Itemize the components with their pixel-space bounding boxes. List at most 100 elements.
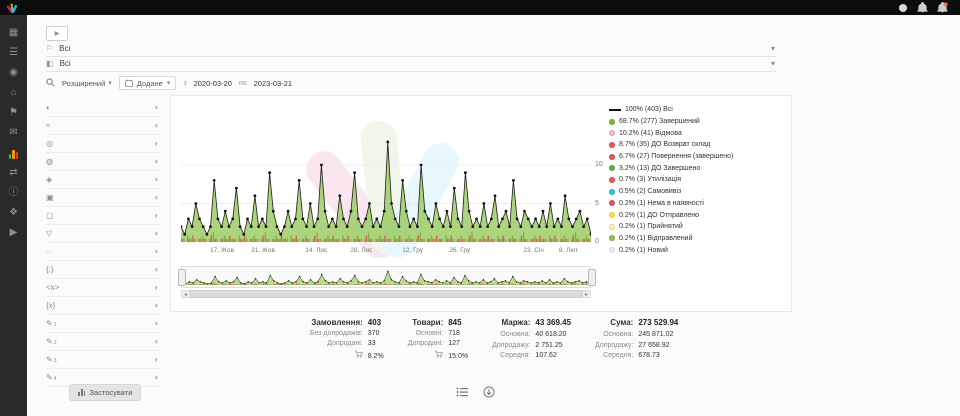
x-tick-label: 17. Жов bbox=[204, 247, 240, 254]
globe-icon: ◍ bbox=[46, 157, 62, 166]
legend-label: 0.2% (1) Новий bbox=[619, 247, 668, 254]
legend-item[interactable]: 68.7% (277) Завершений bbox=[609, 116, 733, 128]
date-field-dropdown[interactable]: Додане ▾ bbox=[119, 76, 177, 90]
filter-select-status[interactable]: ◧ Всі ▾ bbox=[46, 56, 777, 72]
legend-label: 10.2% (41) Відмова bbox=[619, 130, 682, 137]
legend-swatch-icon bbox=[609, 247, 615, 253]
legend-item[interactable]: 100% (403) Всі bbox=[609, 104, 733, 116]
sidebar-item-integrations[interactable]: ⇄ bbox=[0, 165, 27, 179]
navigator-right-handle[interactable] bbox=[588, 269, 596, 286]
chevron-down-icon: ▾ bbox=[154, 212, 160, 220]
legend-label: 100% (403) Всі bbox=[625, 106, 673, 113]
legend-label: 0.7% (3) Утилізація bbox=[619, 176, 681, 183]
summary-title-value: 273 529.94 bbox=[638, 318, 678, 327]
chevron-down-icon: ▾ bbox=[154, 194, 160, 202]
legend-item[interactable]: 0.5% (2) Самовивіз bbox=[609, 186, 733, 198]
legend-item[interactable]: 0.2% (1) Відправлений bbox=[609, 233, 733, 245]
filter-select-source-value: Всі bbox=[59, 44, 70, 53]
sidebar-item-apps[interactable]: ❖ bbox=[0, 205, 27, 219]
chevron-down-icon: ▾ bbox=[108, 79, 112, 87]
legend-swatch-icon bbox=[609, 212, 615, 218]
legend-item[interactable]: 0.2% (1) Новий bbox=[609, 244, 733, 256]
sidebar-item-video[interactable]: ▶ bbox=[0, 225, 27, 239]
filter-row-shield[interactable]: ▣▾ bbox=[46, 189, 160, 207]
legend-item[interactable]: 0.2% (1) Прийнятий bbox=[609, 221, 733, 233]
scrollbar-thumb[interactable] bbox=[190, 290, 582, 298]
filter-row-target[interactable]: ◎▾ bbox=[46, 135, 160, 153]
legend-item[interactable]: 6.7% (27) Повернення (завершено) bbox=[609, 151, 733, 163]
scroll-left-icon[interactable]: ◂ bbox=[181, 290, 190, 298]
search-mode-dropdown[interactable]: Розширений ▾ bbox=[62, 79, 112, 88]
chevron-down-icon: ▾ bbox=[167, 79, 171, 87]
chart-card: 0510 17. Жов31. Жов14. Лис28. Лис12. Гру… bbox=[170, 95, 792, 312]
filter-row-wave[interactable]: ≈▾ bbox=[46, 117, 160, 135]
sidebar-item-customers[interactable]: ◉ bbox=[0, 65, 27, 79]
sidebar-item-info[interactable]: ⓘ bbox=[0, 185, 27, 199]
export-icon[interactable] bbox=[482, 385, 495, 398]
legend-item[interactable]: 0.7% (3) Утилізація bbox=[609, 174, 733, 186]
filter-row-contrast[interactable]: ◐▾ bbox=[46, 99, 160, 117]
sidebar-item-marketing[interactable]: ✉ bbox=[0, 125, 27, 139]
sidebar-item-statistics[interactable] bbox=[0, 145, 27, 159]
date-from-input[interactable]: 2020-03-20 bbox=[194, 79, 232, 88]
chevron-down-icon: ▾ bbox=[154, 140, 160, 148]
filter-row-braces[interactable]: {;}▾ bbox=[46, 261, 160, 279]
summary-title-value: 43 369.45 bbox=[535, 318, 571, 327]
account-icon[interactable] bbox=[897, 2, 908, 13]
legend-item[interactable]: 3.2% (13) ДО Завершено bbox=[609, 162, 733, 174]
filter-row-box[interactable]: ▢▾ bbox=[46, 207, 160, 225]
chevron-down-icon: ▾ bbox=[154, 230, 160, 238]
date-to-input[interactable]: 2023-03-21 bbox=[254, 79, 292, 88]
summary-column: Сума:273 529.94Основна:245 871.02Допрода… bbox=[595, 318, 678, 360]
filter-row-globe[interactable]: ◍▾ bbox=[46, 153, 160, 171]
legend-item[interactable]: 0.2% (1) ДО Отправлено bbox=[609, 209, 733, 221]
alerts-icon[interactable] bbox=[937, 2, 948, 13]
search-mode-label: Розширений bbox=[62, 79, 105, 88]
filter-row-circle[interactable]: ◌▾ bbox=[46, 243, 160, 261]
legend-item[interactable]: 10.2% (41) Відмова bbox=[609, 127, 733, 139]
filter-row-braces-x[interactable]: {x}▾ bbox=[46, 297, 160, 315]
legend-label: 0.2% (1) Нема в наявності bbox=[619, 200, 704, 207]
main-area: ▶ ⚐ Всі ▾ ◧ Всі ▾ Розширений ▾ Додане ▾ … bbox=[27, 15, 960, 416]
filter-row-tag-x[interactable]: <x>▾ bbox=[46, 279, 160, 297]
navigator-left-handle[interactable] bbox=[178, 269, 186, 286]
chart-navigator[interactable] bbox=[181, 266, 591, 288]
scroll-right-icon[interactable]: ▸ bbox=[582, 290, 591, 298]
summary-column: Маржа:43 369.45Основна:40 618.20Допродаж… bbox=[492, 318, 571, 360]
legend-item[interactable]: 8.7% (35) ДО Возврат склад bbox=[609, 139, 733, 151]
legend-label: 0.2% (1) ДО Отправлено bbox=[619, 212, 699, 219]
chart-scrollbar[interactable]: ◂ ▸ bbox=[181, 290, 591, 298]
summary-row-value: 718 bbox=[448, 330, 468, 337]
summary-row-label: Основна: bbox=[595, 331, 633, 338]
filter-select-source[interactable]: ⚐ Всі ▾ bbox=[46, 41, 777, 57]
pencil-4-icon: ✎4 bbox=[46, 373, 62, 382]
chevron-down-icon: ▾ bbox=[154, 284, 160, 292]
search-icon[interactable] bbox=[46, 78, 55, 89]
filter-list: ◐▾≈▾◎▾◍▾◈▾▣▾▢▾▽▾◌▾{;}▾<x>▾{x}▾✎1▾✎2▾✎3▾✎… bbox=[46, 99, 160, 387]
brand-logo[interactable] bbox=[6, 2, 19, 13]
orders-chart-plot bbox=[181, 102, 591, 260]
chevron-down-icon: ▾ bbox=[154, 320, 160, 328]
legend-label: 6.7% (27) Повернення (завершено) bbox=[619, 153, 733, 160]
x-tick-label: 14. Лис bbox=[298, 247, 334, 254]
summary-row-label: Допродані: bbox=[408, 340, 443, 347]
sidebar-item-products[interactable]: ⚑ bbox=[0, 105, 27, 119]
sidebar-item-dashboard[interactable]: ▦ bbox=[0, 25, 27, 39]
filter-row-funnel[interactable]: ▽▾ bbox=[46, 225, 160, 243]
sidebar-item-shop[interactable]: ⌂ bbox=[0, 85, 27, 99]
help-video-button[interactable]: ▶ bbox=[46, 26, 68, 41]
filter-row-diamond[interactable]: ◈▾ bbox=[46, 171, 160, 189]
legend-swatch-icon bbox=[609, 130, 615, 136]
contrast-icon: ◐ bbox=[46, 103, 62, 112]
apply-button[interactable]: Застосувати bbox=[69, 384, 141, 401]
table-view-icon[interactable] bbox=[455, 385, 468, 398]
chart-legend: 100% (403) Всі 68.7% (277) Завершений 10.2… bbox=[609, 104, 733, 256]
filter-row-pencil-2[interactable]: ✎2▾ bbox=[46, 333, 160, 351]
play-icon: ▶ bbox=[55, 30, 60, 37]
filter-row-pencil-1[interactable]: ✎1▾ bbox=[46, 315, 160, 333]
sidebar-item-orders[interactable]: ☰ bbox=[0, 45, 27, 59]
x-tick-label: 28. Лис bbox=[343, 247, 379, 254]
notifications-icon[interactable] bbox=[917, 2, 928, 13]
filter-row-pencil-3[interactable]: ✎3▾ bbox=[46, 351, 160, 369]
legend-item[interactable]: 0.2% (1) Нема в наявності bbox=[609, 198, 733, 210]
